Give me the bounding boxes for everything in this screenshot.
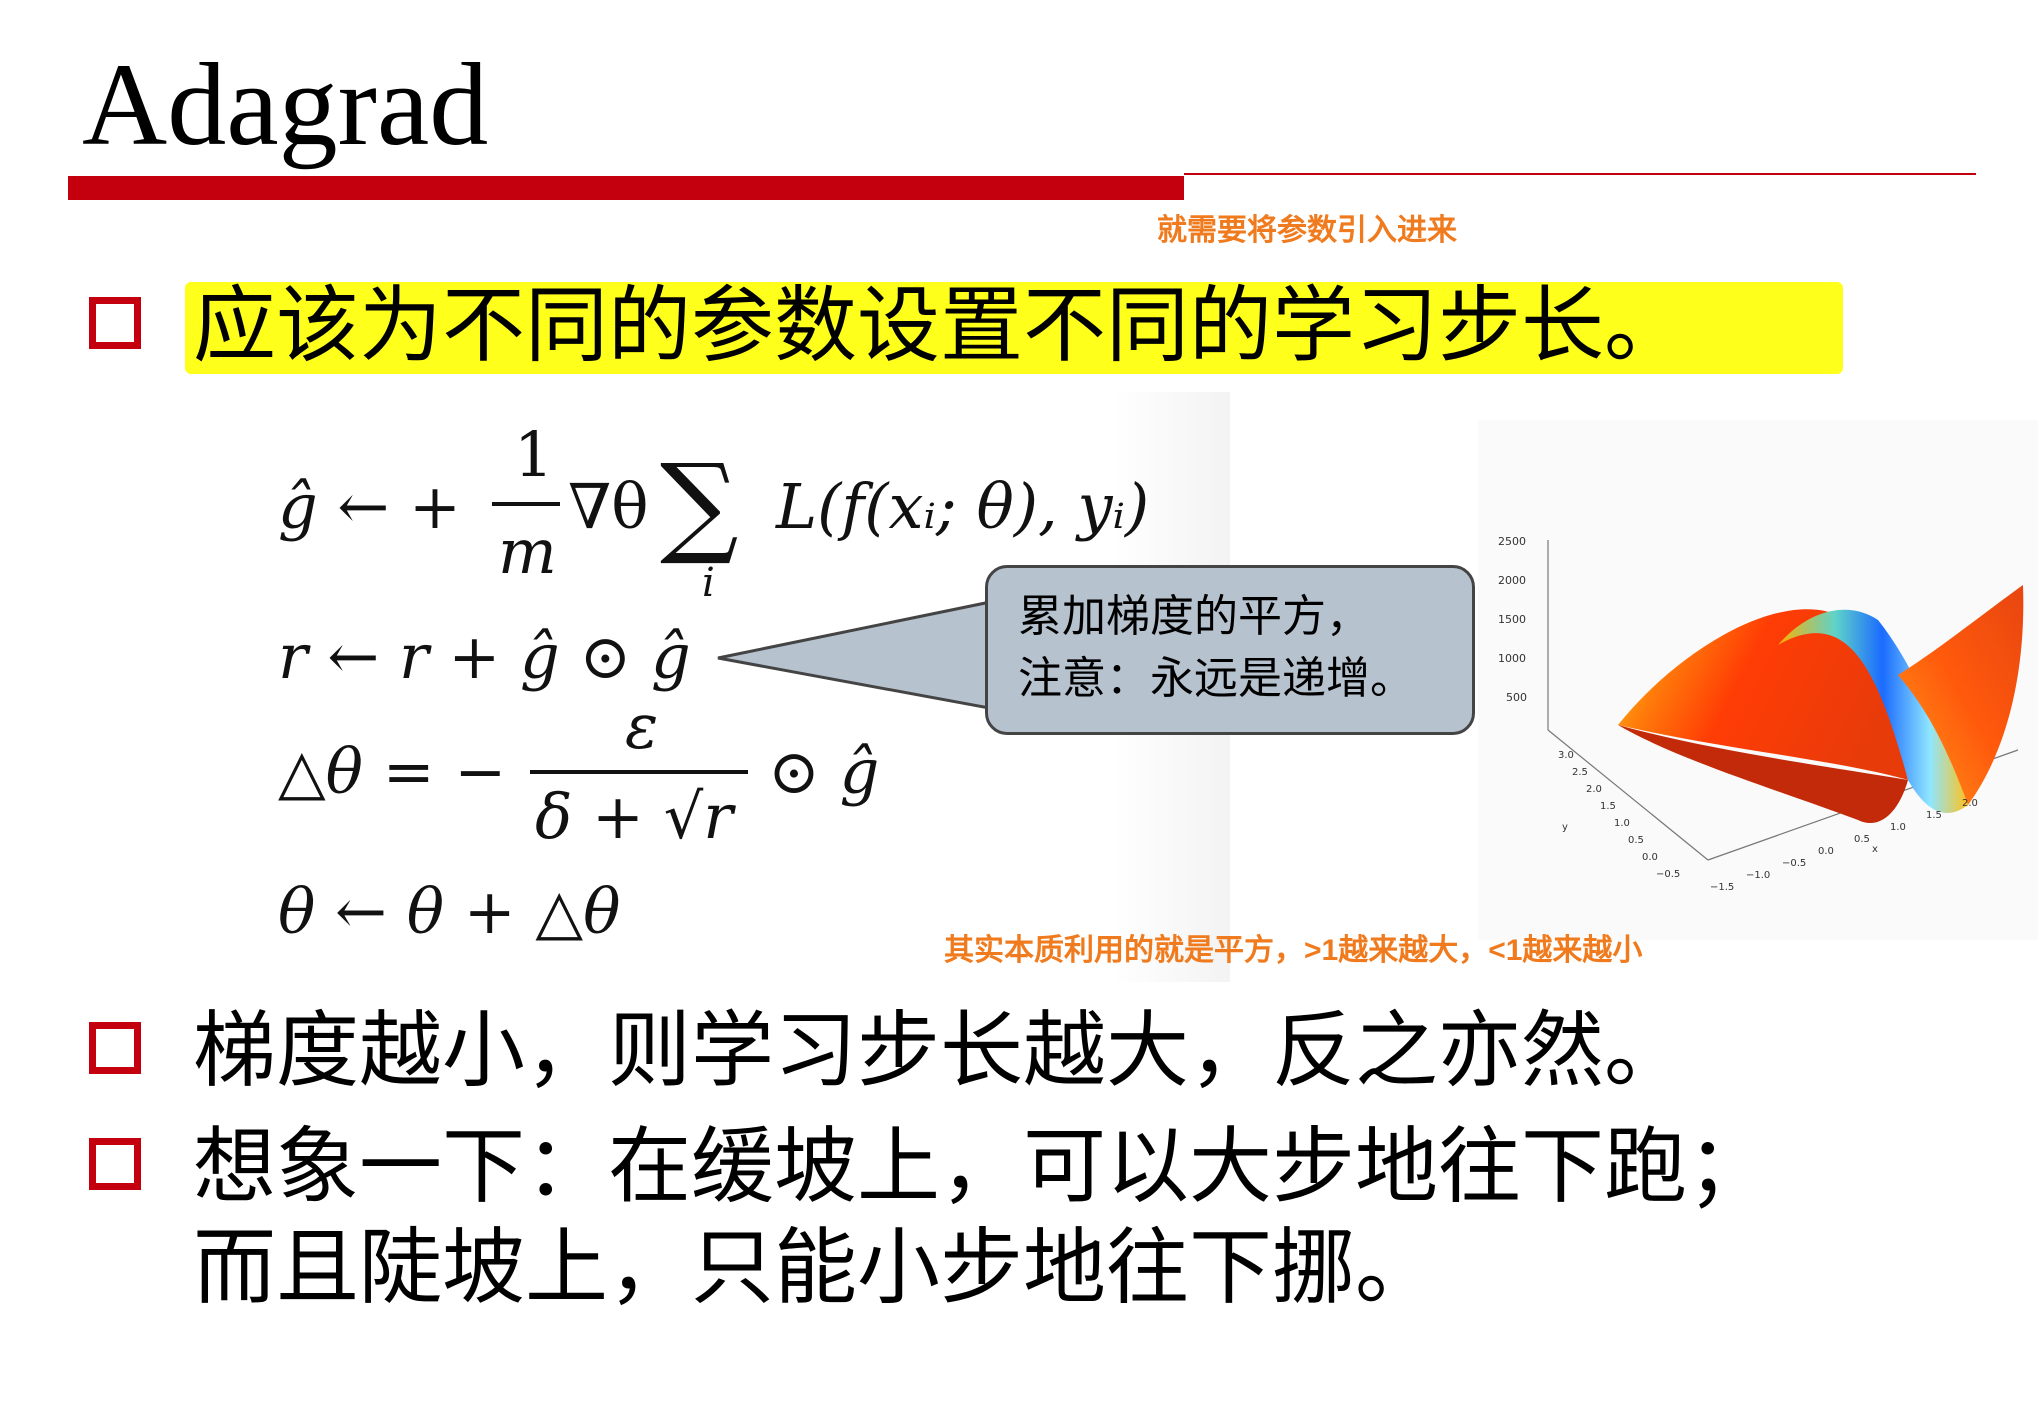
eq1-rhs: L(f(xᵢ; θ), yᵢ) [776,470,1150,543]
y-tick-0.5: 0.5 [1628,835,1644,846]
x-tick--1.5: −1.5 [1710,882,1734,893]
callout-line-1: 累加梯度的平方， [1018,591,1370,642]
bullet-1: 应该为不同的参数设置不同的学习步长。 [193,277,1687,374]
y-tick-2.5: 2.5 [1572,767,1588,778]
y-tick-3.0: 3.0 [1558,750,1574,761]
z-tick-1000: 1000 [1498,652,1526,665]
eq3-fraction-bar [530,770,748,774]
y-tick-1.0: 1.0 [1614,818,1630,829]
x-tick-0.5: 0.5 [1854,834,1870,845]
x-tick-1.5: 1.5 [1926,810,1942,821]
z-tick-500: 500 [1506,691,1527,704]
y-tick-1.5: 1.5 [1600,801,1616,812]
eq1-fraction-bar [492,502,560,506]
eq3-fraction-den: δ + √r [535,780,733,853]
x-tick-0.0: 0.0 [1818,846,1834,857]
z-axis-ticks: 2500 2000 1500 1000 500 [1498,535,1527,704]
y-tick--0.5: −0.5 [1656,869,1680,880]
x-tick-1.0: 1.0 [1890,822,1906,833]
title-rule-thin [1184,173,1976,175]
surface-plot: 2500 2000 1500 1000 500 3.0 2.5 2.0 1.5 … [1498,535,2024,893]
eq1-lhs: ĝ ← + [278,470,462,543]
callout-pointer [717,598,1002,712]
callout-box: 累加梯度的平方， 注意：永远是递增。 [985,565,1475,735]
x-tick--0.5: −0.5 [1782,858,1806,869]
eq3-lhs: △θ = − [278,735,507,808]
bottom-annotation: 其实本质利用的就是平方，>1越来越大，<1越来越小 [944,934,1643,967]
eq1-fraction-den: m [498,515,557,588]
bullet-3-line-1: 想象一下：在缓坡上，可以大步地往下跑； [193,1118,1770,1215]
bullet-3-line-2: 而且陡坡上，只能小步地往下挪。 [193,1219,1438,1316]
callout-line-2: 注意：永远是递增。 [1018,653,1414,704]
title-rule-thick [68,176,1184,200]
top-annotation: 就需要将参数引入进来 [1157,214,1457,247]
slide-title: Adagrad [82,39,489,170]
z-tick-1500: 1500 [1498,613,1526,626]
eq1-fraction-num: 1 [514,418,554,491]
x-tick-2.0: 2.0 [1962,798,1978,809]
x-axis-label: x [1872,844,1878,855]
x-tick--1.0: −1.0 [1746,870,1770,881]
eq3-rhs: ⊙ ĝ [768,735,880,808]
eq1-gradient: ∇θ [568,470,649,543]
bullet-2: 梯度越小，则学习步长越大，反之亦然。 [193,1002,1687,1099]
y-axis-label: y [1562,822,1568,833]
bullet-square-icon [89,1138,141,1190]
y-tick-2.0: 2.0 [1586,784,1602,795]
eq3-fraction-num: ε [625,690,659,763]
eq2: r ← r + ĝ ⊙ ĝ [278,620,691,693]
z-tick-2000: 2000 [1498,574,1526,587]
eq1-summation: ∑ [660,440,739,568]
bullet-square-icon [89,297,141,349]
bullet-square-icon [89,1022,141,1074]
z-tick-2500: 2500 [1498,535,1526,548]
y-axis-ticks: 3.0 2.5 2.0 1.5 1.0 0.5 0.0 −0.5 y [1558,750,1680,880]
y-tick-0.0: 0.0 [1642,852,1658,863]
eq4: θ ← θ + △θ [278,875,621,948]
